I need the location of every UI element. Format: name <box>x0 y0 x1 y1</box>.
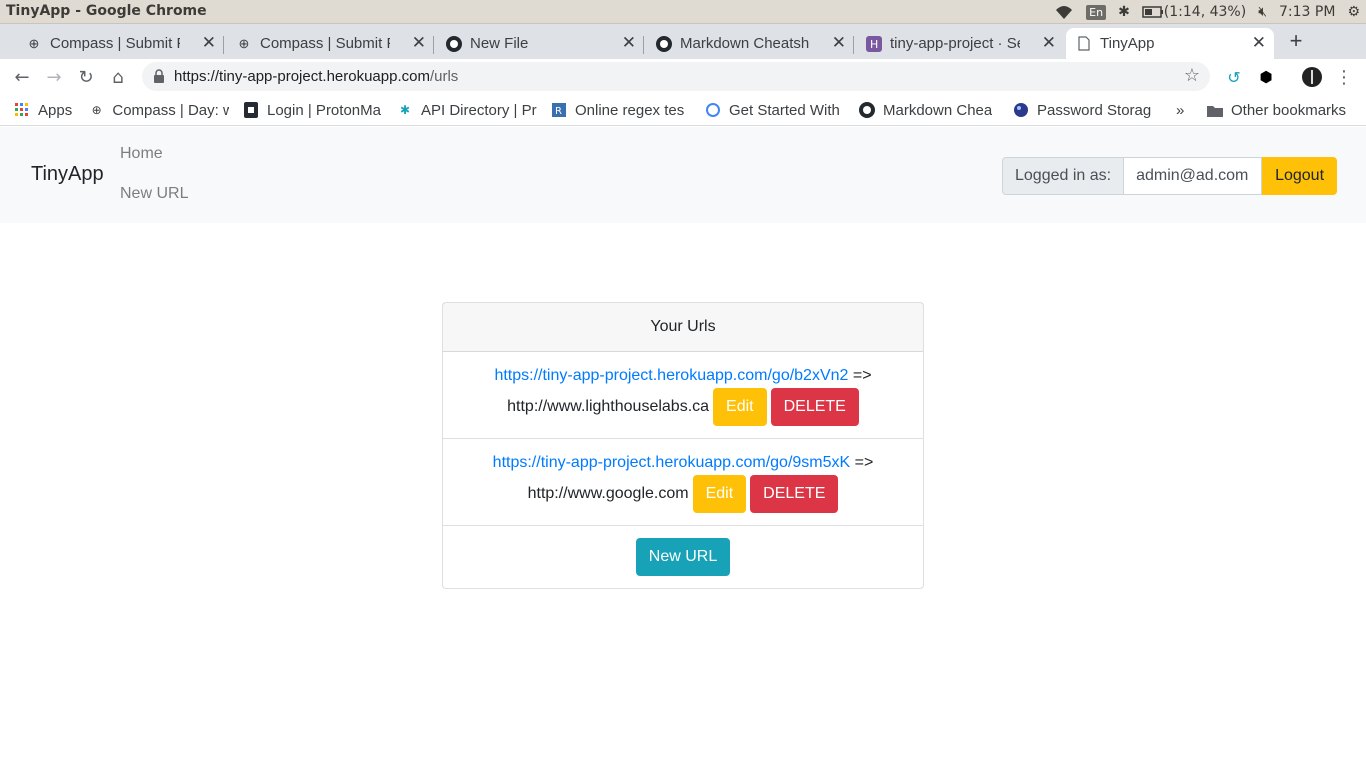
power-menu-icon[interactable]: ⚙ <box>1341 0 1366 24</box>
new-url-button[interactable]: New URL <box>635 538 731 576</box>
google-icon <box>705 102 721 118</box>
lock-icon <box>154 69 164 83</box>
bookmark-compass[interactable]: ⊕ Compass | Day: w <box>89 100 229 120</box>
os-top-bar: TinyApp - Google Chrome En ✱ (1:14, 43%)… <box>0 0 1366 24</box>
forward-arrow-icon[interactable]: → <box>42 65 66 89</box>
browser-toolbar: ← → ↻ ⌂ https://tiny-app-project.herokua… <box>0 59 1366 94</box>
globe-icon <box>1013 102 1029 118</box>
compass-icon: ⊕ <box>91 103 102 117</box>
compass-icon: ⊕ <box>238 35 250 51</box>
compass-icon: ⊕ <box>28 35 40 51</box>
api-icon: ✱ <box>399 103 411 117</box>
logout-button[interactable]: Logout <box>1262 157 1338 195</box>
tab-close-icon[interactable]: ✕ <box>1042 33 1056 53</box>
arrow-text: => <box>852 367 872 384</box>
bookmark-password-storage[interactable]: Password Storag <box>1013 100 1153 120</box>
keyboard-language-indicator[interactable]: En <box>1080 0 1112 24</box>
login-status-group: Logged in as: admin@ad.com Logout <box>1002 157 1338 195</box>
battery-icon <box>1142 6 1163 18</box>
apps-grid-icon <box>14 102 30 118</box>
tab-new-file[interactable]: New File ✕ <box>420 28 644 59</box>
address-url: https://tiny-app-project.herokuapp.com/u… <box>174 68 459 85</box>
regex-icon: R <box>551 102 567 118</box>
tab-tinyapp[interactable]: TinyApp ✕ <box>1066 28 1274 59</box>
edit-button[interactable]: Edit <box>713 388 767 426</box>
brand-logo[interactable]: TinyApp <box>31 163 104 186</box>
svg-text:R: R <box>555 106 562 117</box>
window-title: TinyApp - Google Chrome <box>6 3 207 19</box>
back-arrow-icon[interactable]: ← <box>10 65 34 89</box>
page-navbar: TinyApp Home New URL Logged in as: admin… <box>0 127 1366 223</box>
tab-markdown-cheatsheet[interactable]: Markdown Cheatshee ✕ <box>630 28 854 59</box>
url-list-item: https://tiny-app-project.herokuapp.com/g… <box>443 352 923 439</box>
extension-gnome-icon[interactable]: ⬢ <box>1254 65 1278 89</box>
tab-strip: ⊕ Compass | Submit Pro ✕ ⊕ Compass | Sub… <box>0 24 1366 59</box>
tab-label: Compass | Submit Pro <box>260 35 390 52</box>
github-icon <box>656 35 672 52</box>
new-tab-button[interactable]: + <box>1284 28 1308 56</box>
bookmark-apps[interactable]: Apps <box>14 100 72 120</box>
tab-label: New File <box>470 35 529 52</box>
tab-label: Markdown Cheatshee <box>680 35 810 52</box>
github-icon <box>859 102 875 118</box>
heroku-icon: H <box>866 35 882 52</box>
short-url-link[interactable]: https://tiny-app-project.herokuapp.com/g… <box>494 367 848 384</box>
delete-button[interactable]: DELETE <box>750 475 839 513</box>
system-tray: En ✱ (1:14, 43%) 🔇︎ 7:13 PM ⚙ <box>1048 0 1366 24</box>
tab-label: TinyApp <box>1100 35 1155 52</box>
page-icon <box>1076 36 1092 52</box>
bookmark-regex[interactable]: R Online regex tes <box>551 100 691 120</box>
arrow-text: => <box>854 454 874 471</box>
long-url-text: http://www.lighthouselabs.ca <box>507 398 710 415</box>
nav-link-home[interactable]: Home <box>120 145 163 163</box>
tab-compass-2[interactable]: ⊕ Compass | Submit Pro ✕ <box>210 28 434 59</box>
bluetooth-icon[interactable]: ✱ <box>1112 0 1136 24</box>
bookmark-other-folder[interactable]: Other bookmarks <box>1207 100 1346 120</box>
tab-close-icon[interactable]: ✕ <box>1252 33 1266 53</box>
bookmark-protonmail[interactable]: Login | ProtonMa <box>243 100 383 120</box>
svg-text:H: H <box>870 38 878 51</box>
extension-sync-icon[interactable]: ↺ <box>1222 65 1246 89</box>
tab-heroku-settings[interactable]: H tiny-app-project · Sett ✕ <box>840 28 1064 59</box>
bookmark-star-icon[interactable]: ☆ <box>1184 65 1200 86</box>
bookmark-markdown[interactable]: Markdown Chea <box>859 100 999 120</box>
urls-card: Your Urls https://tiny-app-project.herok… <box>442 302 924 589</box>
short-url-link[interactable]: https://tiny-app-project.herokuapp.com/g… <box>493 454 851 471</box>
protonmail-icon <box>243 102 259 118</box>
url-list-item: https://tiny-app-project.herokuapp.com/g… <box>443 439 923 526</box>
clock[interactable]: 7:13 PM <box>1273 0 1341 24</box>
tab-compass-1[interactable]: ⊕ Compass | Submit Pro ✕ <box>0 28 224 59</box>
github-icon <box>446 35 462 52</box>
logged-in-email: admin@ad.com <box>1124 157 1263 195</box>
bookmark-api-directory[interactable]: ✱ API Directory | Pr <box>397 100 537 120</box>
nav-link-new-url[interactable]: New URL <box>120 185 188 203</box>
logged-in-label: Logged in as: <box>1002 157 1125 195</box>
battery-indicator[interactable]: (1:14, 43%) <box>1136 0 1252 24</box>
address-bar[interactable]: https://tiny-app-project.herokuapp.com/u… <box>142 62 1210 91</box>
battery-text: (1:14, 43%) <box>1163 4 1247 20</box>
home-icon[interactable]: ⌂ <box>106 65 130 89</box>
card-footer: New URL <box>443 526 923 588</box>
profile-avatar-icon[interactable] <box>1300 65 1324 89</box>
delete-button[interactable]: DELETE <box>770 388 859 426</box>
folder-icon <box>1207 102 1223 118</box>
wifi-icon[interactable] <box>1048 0 1080 24</box>
reload-icon[interactable]: ↻ <box>74 65 98 89</box>
bookmarks-bar: Apps ⊕ Compass | Day: w Login | ProtonMa… <box>0 94 1366 126</box>
edit-button[interactable]: Edit <box>692 475 747 513</box>
card-title: Your Urls <box>443 303 923 352</box>
tab-label: Compass | Submit Pro <box>50 35 180 52</box>
volume-muted-icon[interactable]: 🔇︎ <box>1252 0 1273 24</box>
tab-label: tiny-app-project · Sett <box>890 35 1020 52</box>
bookmarks-overflow-chevron[interactable]: » <box>1176 100 1184 120</box>
bookmark-get-started[interactable]: Get Started With <box>705 100 845 120</box>
long-url-text: http://www.google.com <box>527 485 689 502</box>
kebab-menu-icon[interactable]: ⋮ <box>1332 65 1356 89</box>
